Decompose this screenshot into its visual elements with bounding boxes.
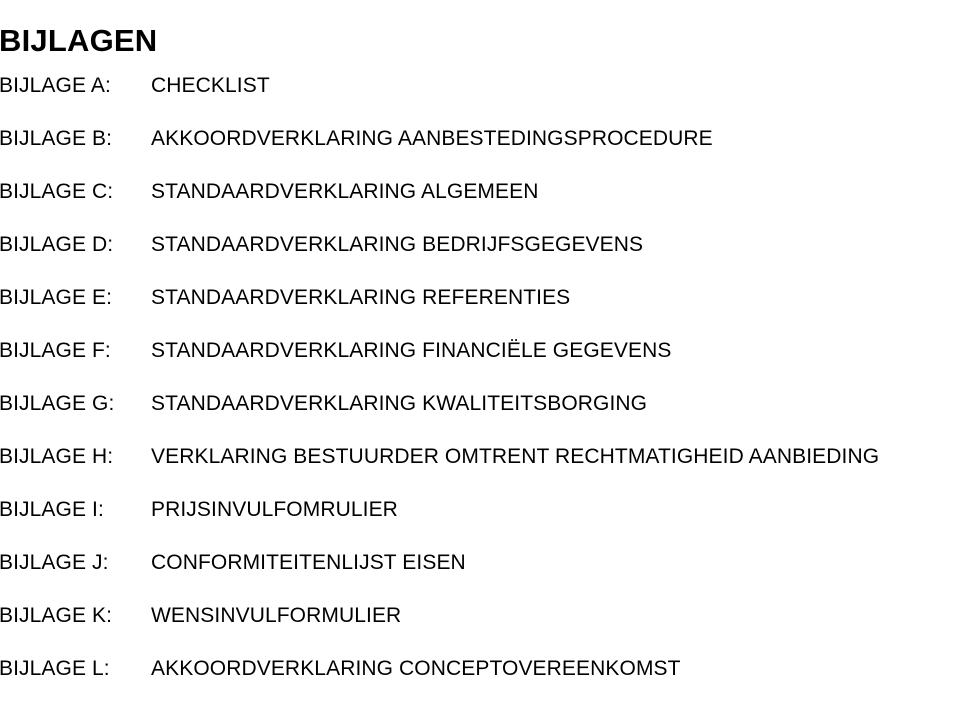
annex-label: BIJLAGE G: — [0, 392, 115, 415]
annex-value: CHECKLIST — [151, 74, 270, 97]
annex-value: PRIJSINVULFOMRULIER — [151, 498, 398, 521]
annex-value: STANDAARDVERKLARING ALGEMEEN — [151, 180, 539, 203]
annex-label: BIJLAGE I: — [0, 498, 104, 521]
document-page: BIJLAGEN BIJLAGE A: CHECKLIST BIJLAGE B: AK… — [0, 0, 959, 680]
page-title: BIJLAGEN — [0, 22, 158, 58]
annex-list: BIJLAGE A: CHECKLIST BIJLAGE B: AKKOORDVERK… — [0, 73, 959, 709]
annex-value: STANDAARDVERKLARING BEDRIJFSGEGEVENS — [151, 233, 644, 256]
annex-row: BIJLAGE A: CHECKLIST — [0, 73, 959, 126]
annex-row: BIJLAGE K: WENSINVULFORMULIER — [0, 603, 959, 656]
annex-label: BIJLAGE H: — [0, 445, 114, 468]
annex-row: BIJLAGE C: STANDAARDVERKLARING ALGEMEEN — [0, 179, 959, 232]
annex-row: BIJLAGE I: PRIJSINVULFOMRULIER — [0, 497, 959, 550]
annex-label: BIJLAGE K: — [0, 604, 113, 627]
annex-label: BIJLAGE F: — [0, 339, 111, 362]
annex-value: VERKLARING BESTUURDER OMTRENT RECHTMATIG… — [151, 445, 880, 468]
annex-row: BIJLAGE G: STANDAARDVERKLARING KWALITEITS… — [0, 391, 959, 444]
annex-value: WENSINVULFORMULIER — [151, 604, 402, 627]
annex-value: AKKOORDVERKLARING AANBESTEDINGSPROCEDURE — [151, 127, 713, 150]
annex-label: BIJLAGE C: — [0, 180, 114, 203]
annex-value: STANDAARDVERKLARING KWALITEITSBORGING — [151, 392, 648, 415]
annex-label: BIJLAGE B: — [0, 127, 113, 150]
annex-label: BIJLAGE D: — [0, 233, 114, 256]
annex-value: STANDAARDVERKLARING FINANCIËLE GEGEVENS — [151, 339, 672, 362]
annex-label: BIJLAGE L: — [0, 657, 110, 680]
annex-row: BIJLAGE H: VERKLARING BESTUURDER OMTRENT … — [0, 444, 959, 497]
annex-label: BIJLAGE A: — [0, 74, 111, 97]
annex-value: STANDAARDVERKLARING REFERENTIES — [151, 286, 571, 309]
annex-row: BIJLAGE B: AKKOORDVERKLARING AANBESTEDING… — [0, 126, 959, 179]
annex-row: BIJLAGE J: CONFORMITEITENLIJST EISEN — [0, 550, 959, 603]
annex-value: CONFORMITEITENLIJST EISEN — [151, 551, 466, 574]
annex-row: BIJLAGE D: STANDAARDVERKLARING BEDRIJFSGE… — [0, 232, 959, 285]
annex-row: BIJLAGE L: AKKOORDVERKLARING CONCEPTOVERE… — [0, 656, 959, 709]
annex-row: BIJLAGE E: STANDAARDVERKLARING REFERENTIE… — [0, 285, 959, 338]
annex-value: AKKOORDVERKLARING CONCEPTOVEREENKOMST — [151, 657, 681, 680]
annex-row: BIJLAGE F: STANDAARDVERKLARING FINANCIËLE… — [0, 338, 959, 391]
annex-label: BIJLAGE E: — [0, 286, 113, 309]
annex-label: BIJLAGE J: — [0, 551, 109, 574]
